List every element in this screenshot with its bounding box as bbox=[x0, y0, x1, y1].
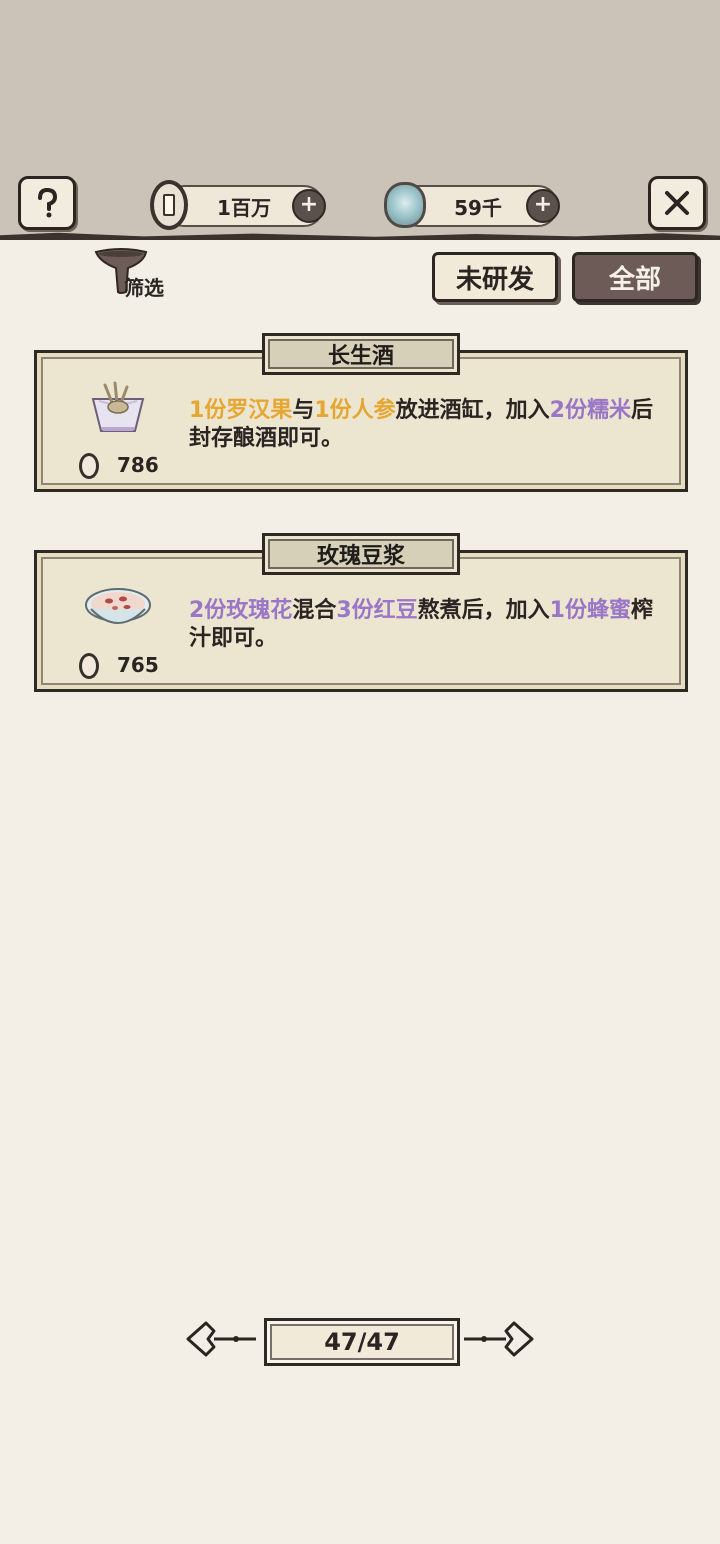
all-button[interactable]: 全部 bbox=[572, 252, 698, 302]
text: 与 bbox=[292, 398, 315, 423]
recipe-price: 765 bbox=[117, 653, 159, 677]
rice-wine-dish-icon bbox=[91, 381, 145, 432]
page-indicator: 47/47 bbox=[264, 1318, 460, 1366]
price-coin-icon bbox=[79, 453, 99, 479]
ingredient: 1份蜂蜜 bbox=[549, 598, 631, 623]
page-label: 47/47 bbox=[324, 1328, 400, 1356]
recipe-description: 2份玫瑰花混合3份红豆熬煮后，加入1份蜂蜜榨汁即可。 bbox=[189, 597, 659, 653]
close-x-icon bbox=[665, 191, 689, 215]
recipe-title: 长生酒 bbox=[262, 333, 460, 375]
ingredient: 2份玫瑰花 bbox=[189, 598, 293, 623]
jade-value: 59千 bbox=[454, 195, 502, 220]
recipe-description: 1份罗汉果与1份人参放进酒缸，加入2份糯米后封存酿酒即可。 bbox=[189, 397, 659, 453]
recipe-card[interactable]: 长生酒 786 1份罗汉果与1份人参放进酒缸，加入2份糯米后封存酿酒即可。 bbox=[34, 333, 688, 492]
all-label: 全部 bbox=[608, 264, 661, 295]
recipe-title: 玫瑰豆浆 bbox=[262, 533, 460, 575]
question-icon bbox=[38, 187, 58, 218]
next-page-arrow-icon[interactable] bbox=[462, 1318, 536, 1360]
help-button[interactable] bbox=[18, 176, 76, 230]
ingredient: 2份糯米 bbox=[549, 398, 631, 423]
text: 熬煮后，加入 bbox=[417, 598, 550, 623]
add-jade-button[interactable]: + bbox=[526, 189, 560, 223]
rose-soymilk-bowl-icon bbox=[85, 588, 151, 624]
ingredient: 3份红豆 bbox=[336, 598, 418, 623]
recipe-price: 786 bbox=[117, 453, 159, 477]
coins-value: 1百万 bbox=[217, 195, 271, 220]
undeveloped-label: 未研发 bbox=[455, 264, 534, 295]
jade-icon bbox=[384, 182, 426, 228]
text: 混合 bbox=[292, 598, 337, 623]
ingredient: 1份人参 bbox=[314, 398, 396, 423]
price-coin-icon bbox=[79, 653, 99, 679]
top-bar bbox=[0, 0, 720, 238]
close-button[interactable] bbox=[648, 176, 706, 230]
undeveloped-button[interactable]: 未研发 bbox=[432, 252, 558, 302]
filter-label[interactable]: 筛选 bbox=[124, 272, 164, 301]
ingredient: 1份罗汉果 bbox=[189, 398, 293, 423]
coin-icon bbox=[150, 180, 188, 230]
text: 放进酒缸，加入 bbox=[395, 398, 550, 423]
add-coins-button[interactable]: + bbox=[292, 189, 326, 223]
prev-page-arrow-icon[interactable] bbox=[184, 1318, 258, 1360]
recipe-card[interactable]: 玫瑰豆浆 765 2份玫瑰花混合3份红豆熬煮后，加入1份蜂蜜榨汁即可。 bbox=[34, 533, 688, 692]
